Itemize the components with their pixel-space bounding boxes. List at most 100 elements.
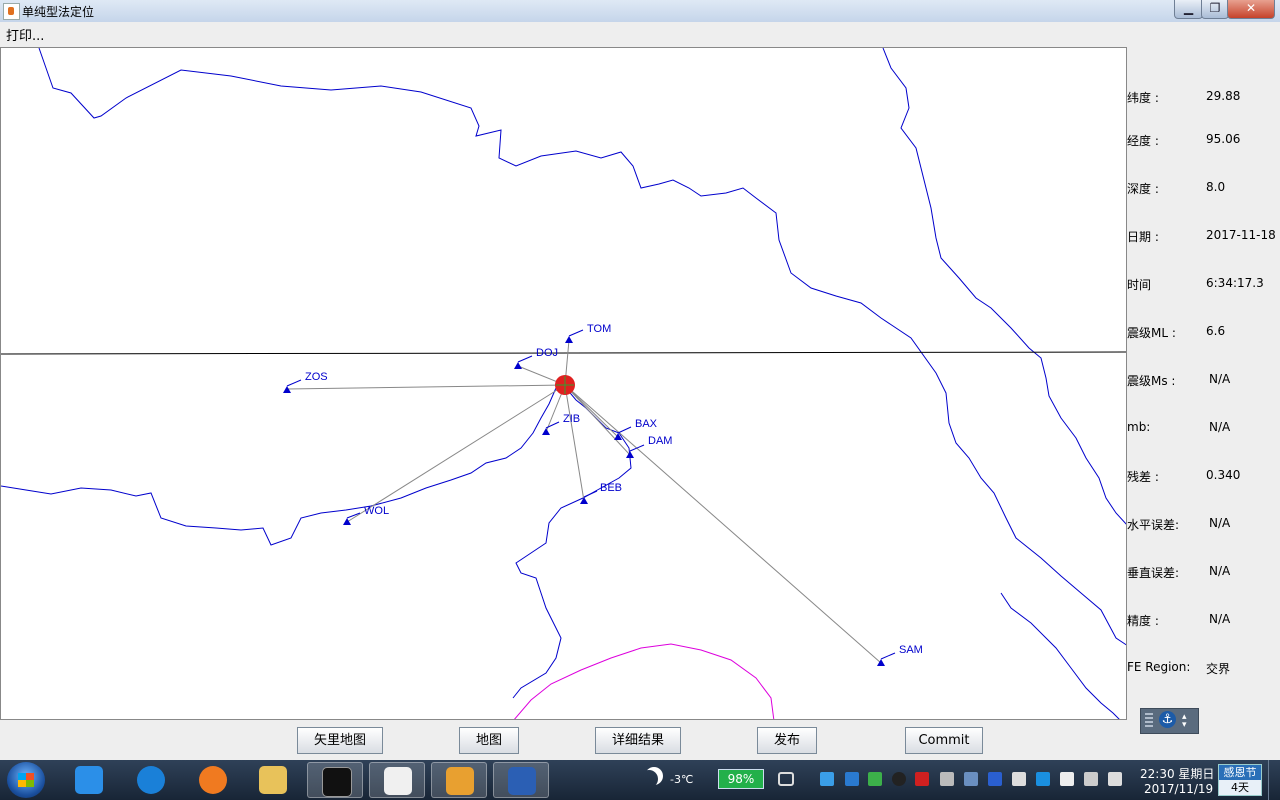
taskbar-app-browser[interactable] (123, 762, 179, 798)
map-button[interactable]: 地图 (459, 727, 519, 754)
security-icon[interactable] (868, 772, 882, 786)
station-marker (542, 428, 550, 435)
taskbar-app-java[interactable] (369, 762, 425, 798)
latitude-line (1, 351, 1126, 355)
publish-button[interactable]: 发布 (757, 727, 817, 754)
station-beb[interactable]: BEB (580, 482, 622, 504)
info-value: 8.0 (1206, 180, 1226, 194)
detail-results-button[interactable]: 详细结果 (595, 727, 681, 754)
info-value: N/A (1209, 420, 1231, 434)
station-doj[interactable]: DOJ (514, 347, 558, 369)
tray-app-icon[interactable] (820, 772, 834, 786)
taskbar-app-terminal[interactable] (307, 762, 363, 798)
volume-icon[interactable] (1108, 772, 1122, 786)
info-label: 纬度 : (1127, 91, 1159, 105)
info-value: 交界 (1206, 662, 1231, 676)
info-label: 时间 (1127, 278, 1152, 292)
station-label-zib: ZIB (563, 413, 580, 425)
player-icon (199, 766, 227, 794)
station-label-sam: SAM (899, 644, 923, 656)
info-value: 0.340 (1206, 468, 1241, 482)
station-tom[interactable]: TOM (565, 323, 611, 343)
chevron-updown-icon[interactable]: ▴ ▾ (1182, 713, 1187, 730)
menu-print[interactable]: 打印... (6, 25, 44, 44)
usb-icon[interactable] (964, 772, 978, 786)
maximize-button[interactable]: ❐ (1201, 0, 1229, 19)
title-bar: 单纯型法定位 ▁ ❐ ✕ (0, 0, 1280, 23)
sync-icon[interactable] (1036, 772, 1050, 786)
boundary-northeast (882, 48, 1126, 525)
holiday-widget[interactable]: 感恩节 4天 (1218, 764, 1262, 796)
anchor-icon[interactable]: ⚓ (1159, 711, 1176, 728)
station-leader (568, 329, 584, 337)
minimize-button[interactable]: ▁ (1174, 0, 1203, 19)
map-panel[interactable]: TOM DOJ ZOS ZIB BAX DAM BEB WOL SAM (0, 47, 1127, 720)
taskbar-app-explorer[interactable] (245, 762, 301, 798)
shield-icon[interactable] (845, 772, 859, 786)
station-zib[interactable]: ZIB (542, 413, 580, 435)
browser-icon (137, 766, 165, 794)
clock-date[interactable]: 2017/11/19 (1144, 782, 1213, 796)
boundary-magenta (514, 643, 775, 719)
station-label-zos: ZOS (305, 371, 328, 383)
epicenter-marker[interactable] (555, 375, 575, 395)
plug-icon (778, 772, 794, 786)
terminal-icon (322, 767, 352, 797)
holiday-name: 感恩节 (1219, 765, 1261, 780)
battery-indicator[interactable]: 98% (718, 769, 764, 789)
station-dam[interactable]: DAM (626, 435, 672, 458)
start-button[interactable] (7, 762, 45, 798)
map-canvas[interactable]: TOM DOJ ZOS ZIB BAX DAM BEB WOL SAM (1, 48, 1127, 720)
input-method-icon[interactable] (915, 772, 929, 786)
info-label: 深度 : (1127, 182, 1159, 196)
station-leader (617, 426, 632, 434)
info-row-date: 日期 : 2017-11-18 (1127, 228, 1280, 248)
taskbar-app-image[interactable] (431, 762, 487, 798)
info-value: N/A (1209, 372, 1231, 386)
taskbar-app-player[interactable] (185, 762, 241, 798)
taskbar-app-word[interactable] (493, 762, 549, 798)
station-label-bax: BAX (635, 418, 658, 430)
station-zos[interactable]: ZOS (283, 371, 328, 393)
bluetooth-icon[interactable] (988, 772, 1002, 786)
commit-button[interactable]: Commit (905, 727, 983, 754)
station-wol[interactable]: WOL (343, 505, 389, 525)
show-desktop-button[interactable] (1268, 760, 1280, 800)
ray-sam (564, 384, 882, 664)
info-label: 垂直误差: (1127, 566, 1180, 580)
station-leader (517, 355, 533, 363)
qq-icon[interactable] (892, 772, 906, 786)
taskbar: -3℃ 98% 22:30 星期日 2017/11/19 感恩节 4天 (0, 760, 1280, 800)
info-label: mb: (1127, 420, 1151, 434)
info-value: N/A (1209, 612, 1231, 626)
printer-icon[interactable] (940, 772, 954, 786)
close-button[interactable]: ✕ (1227, 0, 1275, 19)
info-row-magnitude-ml: 震级ML : 6.6 (1127, 324, 1280, 344)
taskbar-app-cloud[interactable] (61, 762, 117, 798)
ray-wol (346, 384, 566, 523)
window-title: 单纯型法定位 (22, 5, 95, 19)
info-row-latitude: 纬度 : 29.88 (1127, 89, 1280, 109)
clock-time[interactable]: 22:30 星期日 (1140, 765, 1214, 782)
info-value: 29.88 (1206, 89, 1241, 103)
station-leader (286, 379, 302, 387)
moon-icon (640, 770, 658, 788)
info-value: 6:34:17.3 (1206, 276, 1264, 290)
ray-bax (564, 384, 619, 438)
info-row-fe-region: FE Region: 交界 (1127, 660, 1280, 680)
folder-icon (259, 766, 287, 794)
info-row-magnitude-ms: 震级Ms : N/A (1127, 372, 1280, 392)
info-label: FE Region: (1127, 660, 1191, 674)
flag-icon[interactable] (1060, 772, 1074, 786)
info-label: 震级ML : (1127, 326, 1176, 340)
info-value: 95.06 (1206, 132, 1241, 146)
station-sam[interactable]: SAM (877, 644, 923, 666)
floating-toolbar[interactable]: ⚓ ▴ ▾ (1140, 708, 1199, 734)
device-icon[interactable] (1012, 772, 1026, 786)
network-icon[interactable] (1084, 772, 1098, 786)
grip-icon[interactable] (1145, 713, 1153, 727)
info-panel: 纬度 : 29.88 经度 : 95.06 深度 : 8.0 日期 : 2017… (1127, 47, 1280, 702)
info-row-depth: 深度 : 8.0 (1127, 180, 1280, 200)
vector-map-button[interactable]: 矢里地图 (297, 727, 383, 754)
java-icon (384, 767, 412, 795)
